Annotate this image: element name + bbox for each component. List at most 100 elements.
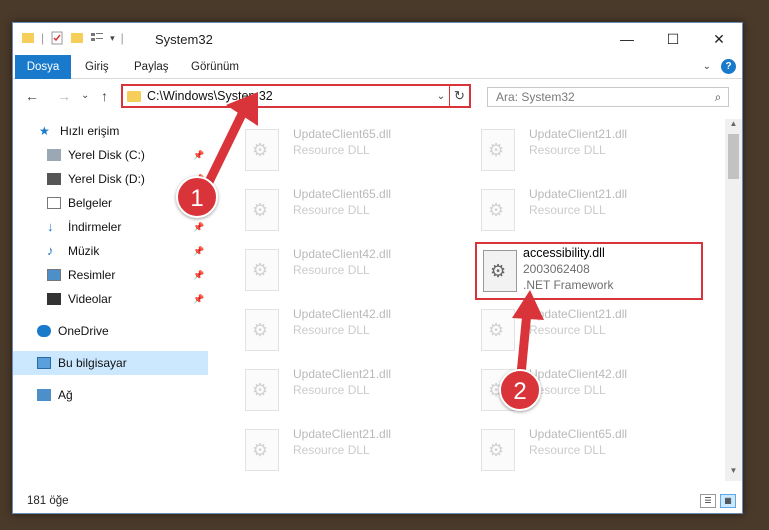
file-item-accessibility-dll[interactable]: accessibility.dll 2003062408 .NET Framew… bbox=[475, 242, 703, 300]
file-name: UpdateClient21.dll bbox=[529, 307, 628, 321]
title-bar: | ▾ | System32 — ☐ ✕ bbox=[13, 23, 742, 55]
documents-icon bbox=[47, 197, 61, 209]
file-description: Resource DLL bbox=[529, 443, 606, 457]
file-name: UpdateClient42.dll bbox=[293, 247, 392, 261]
file-description: Resource DLL bbox=[293, 443, 370, 457]
recent-locations-button[interactable]: ⌄ bbox=[81, 90, 89, 101]
file-item[interactable]: UpdateClient42.dll Resource DLL bbox=[229, 301, 449, 359]
pin-icon[interactable]: 📌 bbox=[193, 294, 204, 305]
minimize-button[interactable]: — bbox=[604, 23, 650, 55]
help-icon[interactable]: ? bbox=[721, 59, 736, 74]
scroll-down-icon[interactable]: ▼ bbox=[725, 466, 742, 481]
sidebar-item-label: Müzik bbox=[68, 244, 100, 258]
file-description: Resource DLL bbox=[293, 143, 370, 157]
cloud-icon bbox=[37, 325, 51, 337]
item-count: 181 öğe bbox=[27, 495, 69, 507]
sidebar-item-label: Belgeler bbox=[68, 196, 113, 210]
file-item[interactable]: UpdateClient21.dll Resource DLL bbox=[465, 181, 685, 239]
sidebar-item-documents[interactable]: Belgeler 📌 bbox=[47, 191, 204, 215]
sidebar-item-label: Ağ bbox=[58, 388, 73, 402]
computer-icon bbox=[37, 357, 51, 369]
file-item[interactable]: UpdateClient21.dll Resource DLL bbox=[465, 301, 685, 359]
file-item[interactable]: UpdateClient42.dll Resource DLL bbox=[465, 361, 685, 419]
search-box[interactable]: Ara: System32 ⌕ bbox=[487, 87, 729, 107]
navigation-bar: ← → ⌄ ↑ C:\Windows\System32 ⌄ ↻ Ara: Sys… bbox=[13, 81, 742, 113]
file-item[interactable]: UpdateClient65.dll Resource DLL bbox=[229, 181, 449, 239]
sidebar-item-label: Bu bilgisayar bbox=[58, 356, 127, 370]
properties-icon[interactable] bbox=[50, 31, 64, 45]
sidebar-item-quick-access[interactable]: ★ Hızlı erişim bbox=[39, 119, 119, 143]
step-badge-1: 1 bbox=[176, 176, 218, 218]
view-switcher: ☰ ▦ bbox=[700, 494, 736, 508]
file-description: Resource DLL bbox=[293, 263, 370, 277]
file-item[interactable]: UpdateClient65.dll Resource DLL bbox=[465, 421, 685, 479]
file-version: 2003062408 bbox=[523, 262, 590, 276]
sidebar-item-label: İndirmeler bbox=[68, 220, 122, 234]
pictures-icon bbox=[47, 269, 61, 281]
navigation-pane: ★ Hızlı erişim Yerel Disk (C:) 📌 Yerel D… bbox=[13, 119, 208, 479]
tab-home[interactable]: Giriş bbox=[75, 55, 119, 79]
pin-icon[interactable]: 📌 bbox=[193, 150, 204, 161]
sidebar-item-onedrive[interactable]: OneDrive bbox=[37, 319, 109, 343]
pin-icon[interactable]: 📌 bbox=[193, 246, 204, 257]
dll-file-icon bbox=[245, 429, 279, 471]
back-button[interactable]: ← bbox=[25, 88, 39, 104]
sidebar-item-drive-c[interactable]: Yerel Disk (C:) 📌 bbox=[47, 143, 204, 167]
dll-file-icon bbox=[245, 309, 279, 351]
file-name: UpdateClient65.dll bbox=[529, 427, 628, 441]
file-description: Resource DLL bbox=[529, 203, 606, 217]
folder-icon[interactable] bbox=[21, 31, 35, 45]
address-path[interactable]: C:\Windows\System32 bbox=[147, 89, 433, 103]
file-description: Resource DLL bbox=[293, 203, 370, 217]
star-icon: ★ bbox=[39, 124, 50, 138]
file-item[interactable]: UpdateClient21.dll Resource DLL bbox=[229, 361, 449, 419]
network-icon bbox=[37, 389, 51, 401]
customize-dropdown-icon[interactable]: ▾ bbox=[110, 33, 115, 44]
sidebar-item-videos[interactable]: Videolar 📌 bbox=[47, 287, 204, 311]
file-name: UpdateClient65.dll bbox=[293, 187, 392, 201]
folder-icon bbox=[127, 90, 141, 102]
search-icon[interactable]: ⌕ bbox=[708, 90, 728, 105]
sidebar-item-label: Hızlı erişim bbox=[60, 124, 120, 138]
tiles-view-icon[interactable]: ▦ bbox=[720, 494, 736, 508]
tab-view[interactable]: Görünüm bbox=[181, 55, 249, 79]
forward-button[interactable]: → bbox=[57, 88, 71, 104]
expand-ribbon-icon[interactable]: ⌄ bbox=[703, 61, 711, 72]
scroll-thumb[interactable] bbox=[728, 134, 739, 179]
file-list: UpdateClient65.dll Resource DLL UpdateCl… bbox=[219, 119, 725, 481]
close-button[interactable]: ✕ bbox=[696, 23, 742, 55]
window-title: System32 bbox=[155, 32, 213, 47]
scroll-up-icon[interactable]: ▲ bbox=[725, 119, 742, 134]
address-dropdown-icon[interactable]: ⌄ bbox=[433, 91, 449, 102]
sidebar-item-downloads[interactable]: ↓ İndirmeler 📌 bbox=[47, 215, 204, 239]
view-icon[interactable] bbox=[90, 31, 104, 45]
up-button[interactable]: ↑ bbox=[101, 88, 108, 104]
file-item[interactable]: UpdateClient42.dll Resource DLL bbox=[229, 241, 449, 299]
sidebar-item-music[interactable]: ♪ Müzik 📌 bbox=[47, 239, 204, 263]
sidebar-item-this-pc[interactable]: Bu bilgisayar bbox=[13, 351, 208, 375]
tab-share[interactable]: Paylaş bbox=[124, 55, 179, 79]
download-icon: ↓ bbox=[47, 219, 54, 234]
file-item[interactable]: UpdateClient21.dll Resource DLL bbox=[229, 421, 449, 479]
maximize-button[interactable]: ☐ bbox=[650, 23, 696, 55]
file-description: Resource DLL bbox=[293, 323, 370, 337]
pin-icon[interactable]: 📌 bbox=[193, 270, 204, 281]
toolbar-separator: | bbox=[41, 31, 45, 45]
pin-icon[interactable]: 📌 bbox=[193, 222, 204, 233]
details-view-icon[interactable]: ☰ bbox=[700, 494, 716, 508]
new-folder-icon[interactable] bbox=[70, 31, 84, 45]
address-bar[interactable]: C:\Windows\System32 ⌄ ↻ bbox=[121, 84, 471, 108]
dll-file-icon bbox=[245, 369, 279, 411]
quick-access-toolbar: | ▾ | bbox=[21, 31, 124, 45]
file-item[interactable]: UpdateClient21.dll Resource DLL bbox=[465, 121, 685, 179]
sidebar-item-network[interactable]: Ağ bbox=[37, 383, 73, 407]
window-controls: — ☐ ✕ bbox=[604, 23, 742, 55]
vertical-scrollbar[interactable]: ▲ ▼ bbox=[725, 119, 742, 481]
file-description: Resource DLL bbox=[529, 143, 606, 157]
refresh-icon[interactable]: ↻ bbox=[449, 86, 469, 106]
sidebar-item-pictures[interactable]: Resimler 📌 bbox=[47, 263, 204, 287]
tab-file[interactable]: Dosya bbox=[15, 55, 71, 79]
file-item[interactable]: UpdateClient65.dll Resource DLL bbox=[229, 121, 449, 179]
search-input[interactable]: Ara: System32 bbox=[488, 90, 708, 104]
sidebar-item-drive-d[interactable]: Yerel Disk (D:) 📌 bbox=[47, 167, 204, 191]
